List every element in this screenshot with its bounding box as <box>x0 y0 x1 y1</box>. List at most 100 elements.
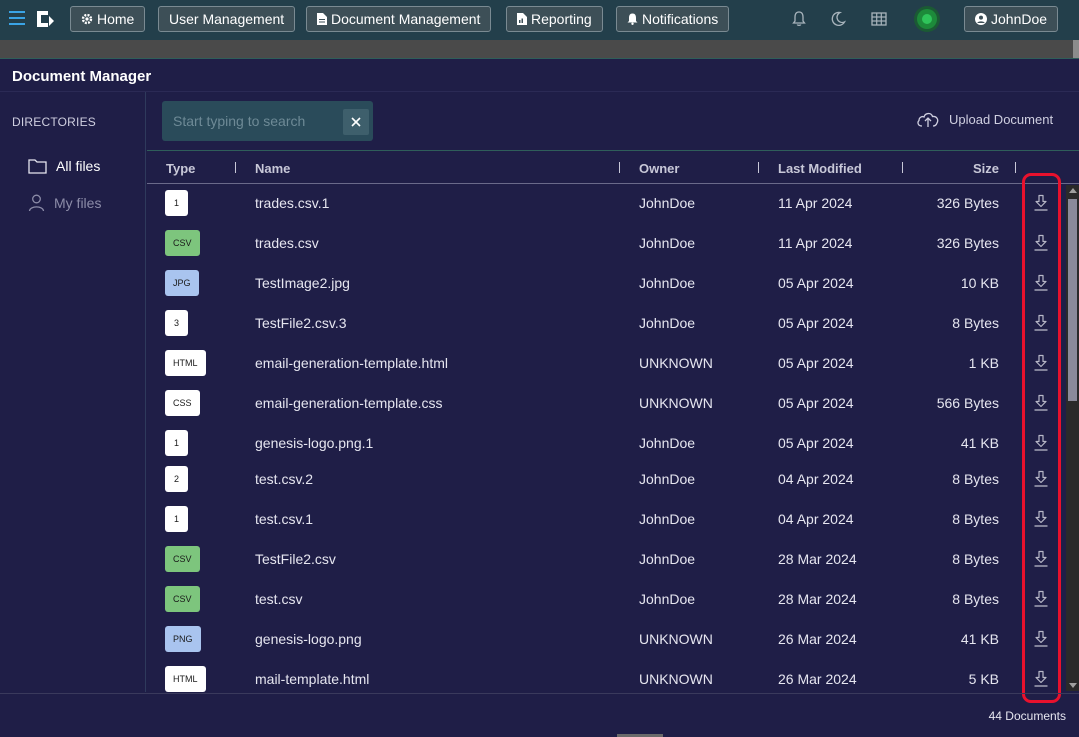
nav-document-management-button[interactable]: Document Management <box>306 6 492 32</box>
top-navigation-bar: Home User Management Document Management… <box>0 0 1079 40</box>
size-cell: 41 KB <box>960 435 999 451</box>
last-modified-cell: 26 Mar 2024 <box>778 671 857 687</box>
page-scrollbar-stub[interactable] <box>1073 40 1079 58</box>
nav-home-button[interactable]: Home <box>70 6 146 32</box>
column-header-last-modified[interactable]: Last Modified <box>778 161 862 176</box>
last-modified-cell: 28 Mar 2024 <box>778 551 857 567</box>
file-type-badge: 2 <box>165 466 188 492</box>
last-modified-cell: 11 Apr 2024 <box>778 235 853 251</box>
user-menu-button[interactable]: JohnDoe <box>964 6 1059 32</box>
sidebar-item-my-files[interactable]: My files <box>28 194 101 212</box>
table-row[interactable]: 2 test.csv.2 JohnDoe 04 Apr 2024 8 Bytes <box>147 459 1048 499</box>
file-name-cell: genesis-logo.png <box>255 631 362 647</box>
search-input[interactable] <box>162 101 338 141</box>
file-name-cell: trades.csv <box>255 235 319 251</box>
column-header-type[interactable]: Type <box>166 161 195 176</box>
file-type-badge: JPG <box>165 270 199 296</box>
last-modified-cell: 28 Mar 2024 <box>778 591 857 607</box>
column-resizer[interactable] <box>235 162 236 173</box>
owner-cell: UNKNOWN <box>639 395 713 411</box>
column-resizer[interactable] <box>758 162 759 173</box>
report-icon <box>517 13 527 25</box>
hamburger-menu-icon[interactable] <box>9 11 25 27</box>
last-modified-cell: 05 Apr 2024 <box>778 395 854 411</box>
owner-cell: JohnDoe <box>639 551 696 567</box>
top-divider-strip <box>0 40 1079 58</box>
table-row[interactable]: HTML email-generation-template.html UNKNOW… <box>147 343 1048 383</box>
connection-status-indicator <box>917 9 937 29</box>
app-logo[interactable] <box>34 8 56 30</box>
table-row[interactable]: 3 TestFile2.csv.3 JohnDoe 05 Apr 2024 8 Byte… <box>147 303 1048 343</box>
size-cell: 326 Bytes <box>936 195 999 211</box>
column-header-name[interactable]: Name <box>255 161 290 176</box>
table-row[interactable]: 1 trades.csv.1 JohnDoe 11 Apr 2024 326 Bytes <box>147 183 1048 223</box>
file-name-cell: trades.csv.1 <box>255 195 330 211</box>
moon-icon[interactable] <box>829 10 847 28</box>
table-row[interactable]: CSV TestFile2.csv JohnDoe 28 Mar 2024 8 Byte… <box>147 539 1048 579</box>
table-row[interactable]: 1 test.csv.1 JohnDoe 04 Apr 2024 8 Bytes <box>147 499 1048 539</box>
owner-cell: JohnDoe <box>639 235 696 251</box>
table-row[interactable]: PNG genesis-logo.png UNKNOWN 26 Mar 2024 41 … <box>147 619 1048 659</box>
table-row[interactable]: 1 genesis-logo.png.1 JohnDoe 05 Apr 2024 41 … <box>147 423 1048 463</box>
scroll-down-arrow[interactable] <box>1069 683 1077 688</box>
file-type-badge: HTML <box>165 666 206 692</box>
column-resizer[interactable] <box>619 162 620 173</box>
column-resizer[interactable] <box>1015 162 1016 173</box>
table-row[interactable]: JPG TestImage2.jpg JohnDoe 05 Apr 2024 10 KB <box>147 263 1048 303</box>
upload-document-label: Upload Document <box>949 111 1054 127</box>
nav-reporting-button[interactable]: Reporting <box>506 6 603 32</box>
document-count: 44 Documents <box>988 709 1066 723</box>
size-cell: 8 Bytes <box>952 471 999 487</box>
folder-icon <box>28 159 47 174</box>
nav-user-management-button[interactable]: User Management <box>158 6 296 32</box>
table-row[interactable]: CSS email-generation-template.css UNKNOWN 0… <box>147 383 1048 423</box>
page-title: Document Manager <box>12 68 152 85</box>
sidebar-item-label: All files <box>56 158 101 174</box>
owner-cell: JohnDoe <box>639 435 696 451</box>
column-header-size[interactable]: Size <box>899 161 999 176</box>
file-type-badge: 1 <box>165 190 188 216</box>
scrollbar-thumb[interactable] <box>1068 199 1077 401</box>
clear-search-button[interactable] <box>343 109 369 135</box>
upload-document-button[interactable]: Upload Document <box>916 110 1053 128</box>
file-type-badge: PNG <box>165 626 201 652</box>
nav-user-management-label: User Management <box>169 11 285 27</box>
table-row[interactable]: CSV test.csv JohnDoe 28 Mar 2024 8 Bytes <box>147 579 1048 619</box>
file-type-badge: 1 <box>165 430 188 456</box>
last-modified-cell: 04 Apr 2024 <box>778 511 854 527</box>
directories-title: DIRECTORIES <box>12 115 96 129</box>
size-cell: 1 KB <box>968 355 999 371</box>
size-cell: 326 Bytes <box>936 235 999 251</box>
file-name-cell: email-generation-template.html <box>255 355 448 371</box>
file-type-badge: CSV <box>165 230 200 256</box>
table-row[interactable]: CSV trades.csv JohnDoe 11 Apr 2024 326 Bytes <box>147 223 1048 263</box>
table-scrollbar[interactable] <box>1066 185 1079 691</box>
scroll-up-arrow[interactable] <box>1069 188 1077 193</box>
file-name-cell: test.csv <box>255 591 303 607</box>
nav-notifications-label: Notifications <box>642 11 719 27</box>
last-modified-cell: 11 Apr 2024 <box>778 195 853 211</box>
size-cell: 8 Bytes <box>952 511 999 527</box>
sidebar-item-all-files[interactable]: All files <box>28 158 100 174</box>
size-cell: 566 Bytes <box>936 395 999 411</box>
nav-notifications-button[interactable]: Notifications <box>616 6 730 32</box>
file-name-cell: test.csv.2 <box>255 471 314 487</box>
file-type-badge: CSV <box>165 546 200 572</box>
file-name-cell: TestImage2.jpg <box>255 275 350 291</box>
last-modified-cell: 05 Apr 2024 <box>778 355 854 371</box>
owner-cell: JohnDoe <box>639 275 696 291</box>
last-modified-cell: 26 Mar 2024 <box>778 631 857 647</box>
table-footer: 44 Documents <box>0 693 1079 737</box>
search-box <box>162 101 373 141</box>
owner-cell: JohnDoe <box>639 315 696 331</box>
grid-icon[interactable] <box>870 10 888 28</box>
size-cell: 8 Bytes <box>952 315 999 331</box>
bell-icon[interactable] <box>790 10 808 28</box>
owner-cell: JohnDoe <box>639 471 696 487</box>
file-type-badge: 3 <box>165 310 188 336</box>
nav-reporting-label: Reporting <box>531 11 592 27</box>
column-header-owner[interactable]: Owner <box>639 161 679 176</box>
table-header: Type Name Owner Last Modified Size <box>147 150 1079 184</box>
document-icon <box>317 13 327 25</box>
owner-cell: UNKNOWN <box>639 355 713 371</box>
